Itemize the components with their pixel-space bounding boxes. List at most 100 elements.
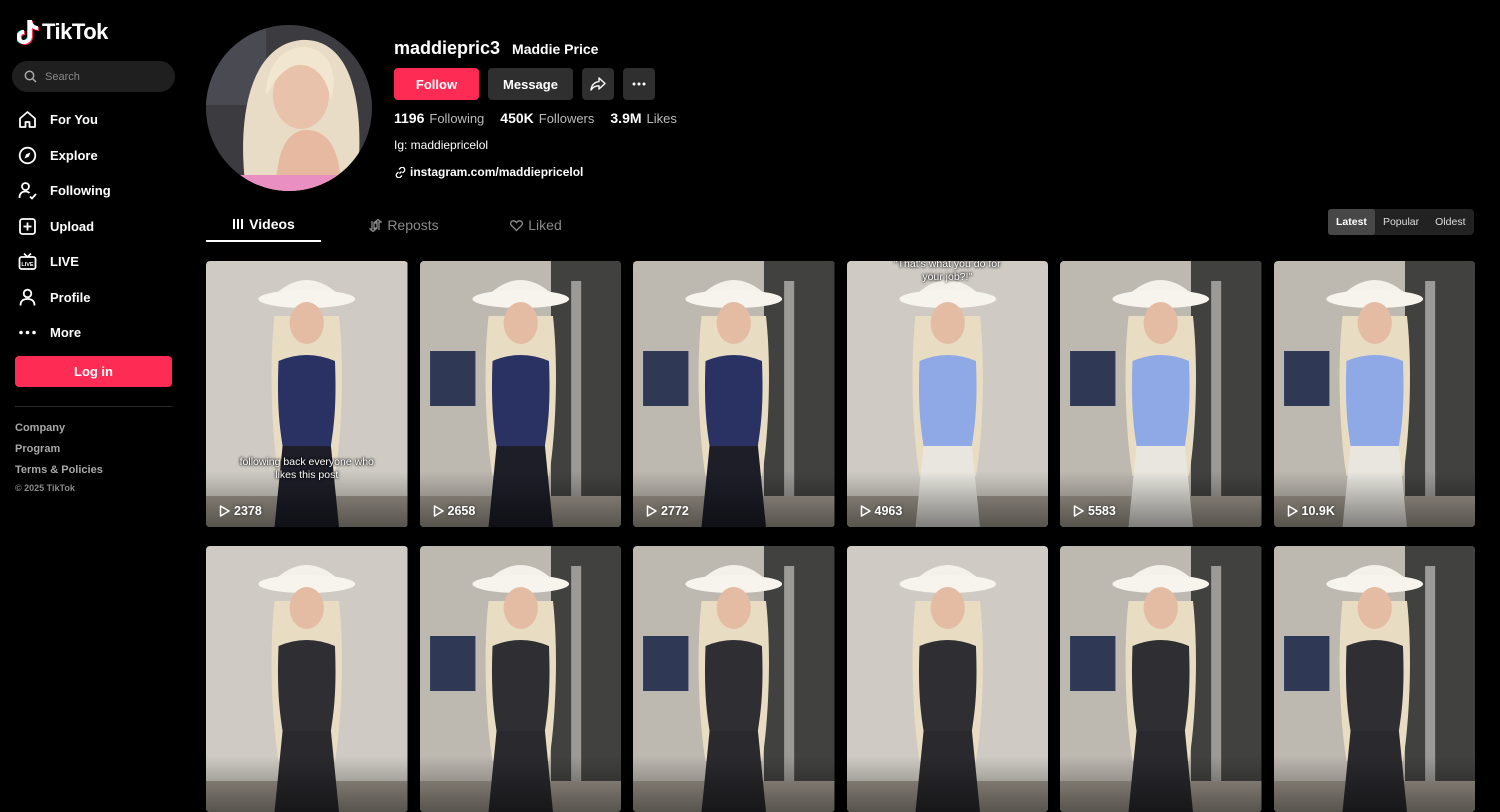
video-thumbnail [206, 261, 408, 527]
heart-lock-icon [510, 219, 524, 231]
view-count-text: 5583 [1088, 504, 1116, 518]
video-card[interactable]: 2772 [633, 261, 835, 527]
search-bar[interactable] [12, 61, 175, 92]
play-icon [646, 505, 657, 517]
nav-label: Following [50, 183, 111, 199]
stat-likes-value: 3.9M [610, 110, 642, 126]
tiktok-logo-icon [17, 20, 39, 45]
view-count: 2378 [219, 504, 262, 518]
profile-bio: Ig: maddiepricelol [394, 138, 489, 152]
video-thumbnail [1060, 546, 1262, 812]
share-button[interactable] [582, 68, 614, 100]
nav-label: Upload [50, 218, 95, 234]
nav-label: For You [50, 112, 98, 128]
view-count: 10.9K [1287, 504, 1335, 518]
video-thumbnail [1273, 546, 1475, 812]
tiktok-logo[interactable]: TikTok [17, 19, 108, 45]
stat-followers-value: 450K [500, 110, 534, 126]
home-icon [18, 110, 37, 129]
video-card[interactable]: 5583 [1060, 261, 1262, 527]
footer-link-company[interactable]: Company [15, 420, 103, 441]
nav-label: More [50, 325, 82, 341]
nav-label: Explore [50, 147, 98, 163]
video-card[interactable]: "That's what you do for your job?!" 4963 [846, 261, 1048, 527]
more-options-button[interactable] [623, 68, 655, 100]
nav-more[interactable]: More [18, 315, 111, 351]
search-input[interactable] [45, 70, 155, 83]
nav-profile[interactable]: Profile [18, 280, 111, 316]
sidebar-divider [15, 406, 172, 407]
video-card[interactable]: following back everyone who likes this p… [206, 261, 408, 527]
live-icon: LIVE [18, 252, 37, 271]
view-count-text: 10.9K [1301, 504, 1335, 518]
stat-following[interactable]: 1196 Following [394, 110, 484, 128]
avatar-image [206, 25, 372, 191]
video-thumbnail [846, 546, 1048, 812]
sort-popular[interactable]: Popular [1375, 209, 1427, 235]
nav-for-you[interactable]: For You [18, 102, 111, 138]
grid-icon [233, 219, 244, 229]
play-icon [860, 505, 871, 517]
video-thumbnail [633, 261, 835, 527]
follow-button[interactable]: Follow [394, 68, 479, 100]
nav-explore[interactable]: Explore [18, 138, 111, 174]
tab-label: Liked [528, 217, 562, 233]
footer-links: Company Program Terms & Policies [15, 420, 103, 483]
video-card[interactable] [633, 546, 835, 812]
view-count: 2772 [646, 504, 689, 518]
view-count-text: 2378 [234, 504, 262, 518]
video-card[interactable] [1060, 546, 1262, 812]
logo-text: TikTok [42, 19, 108, 44]
view-count-text: 4963 [874, 504, 903, 518]
video-card[interactable]: 2658 [419, 261, 621, 527]
message-button[interactable]: Message [488, 68, 573, 100]
tab-liked[interactable]: Liked [470, 208, 602, 242]
play-icon [1073, 505, 1084, 517]
video-thumbnail [1060, 261, 1262, 527]
stat-followers[interactable]: 450K Followers [500, 110, 594, 128]
sort-latest[interactable]: Latest [1328, 209, 1375, 235]
video-card[interactable] [846, 546, 1048, 812]
nav-following[interactable]: Following [18, 173, 111, 209]
view-count: 2658 [433, 504, 476, 518]
play-icon [433, 505, 444, 517]
username: maddiepric3 [394, 38, 501, 58]
profile-link[interactable]: instagram.com/maddiepricelol [395, 165, 583, 179]
sort-toggle: Latest Popular Oldest [1328, 209, 1474, 235]
sort-oldest[interactable]: Oldest [1427, 209, 1473, 235]
video-thumbnail [1273, 261, 1475, 527]
nickname: Maddie Price [512, 41, 599, 57]
sidebar-nav: For You Explore Following Upload LIVE LI… [18, 102, 111, 351]
video-thumbnail [419, 546, 621, 812]
video-thumbnail [206, 546, 408, 812]
tab-videos[interactable]: Videos [206, 208, 321, 242]
stat-followers-label: Followers [538, 111, 595, 126]
stat-following-label: Following [429, 111, 485, 126]
link-icon [395, 166, 406, 178]
nav-upload[interactable]: Upload [18, 209, 111, 245]
tab-reposts[interactable]: Reposts [338, 208, 470, 242]
share-icon [590, 77, 606, 91]
video-card[interactable] [1273, 546, 1475, 812]
video-card[interactable] [206, 546, 408, 812]
profile-stats: 1196 Following 450K Followers 3.9M Likes [394, 110, 677, 128]
profile-head: maddiepric3 Maddie Price [394, 38, 598, 59]
tab-label: Reposts [387, 217, 439, 233]
video-caption: following back everyone who likes this p… [239, 456, 374, 481]
stat-likes-label: Likes [646, 111, 677, 126]
footer-link-terms[interactable]: Terms & Policies [15, 462, 103, 483]
nav-live[interactable]: LIVE LIVE [18, 244, 111, 280]
compass-icon [18, 146, 37, 165]
play-icon [219, 505, 230, 517]
footer-link-program[interactable]: Program [15, 441, 103, 462]
view-count: 4963 [860, 504, 903, 518]
view-count-text: 2658 [447, 504, 476, 518]
stat-likes: 3.9M Likes [610, 110, 676, 128]
video-card[interactable]: 10.9K [1273, 261, 1475, 527]
following-icon [18, 181, 37, 201]
video-card[interactable] [419, 546, 621, 812]
login-button[interactable]: Log in [15, 356, 172, 387]
avatar[interactable] [206, 25, 372, 191]
view-count: 5583 [1073, 504, 1116, 518]
nav-label: LIVE [50, 254, 79, 270]
